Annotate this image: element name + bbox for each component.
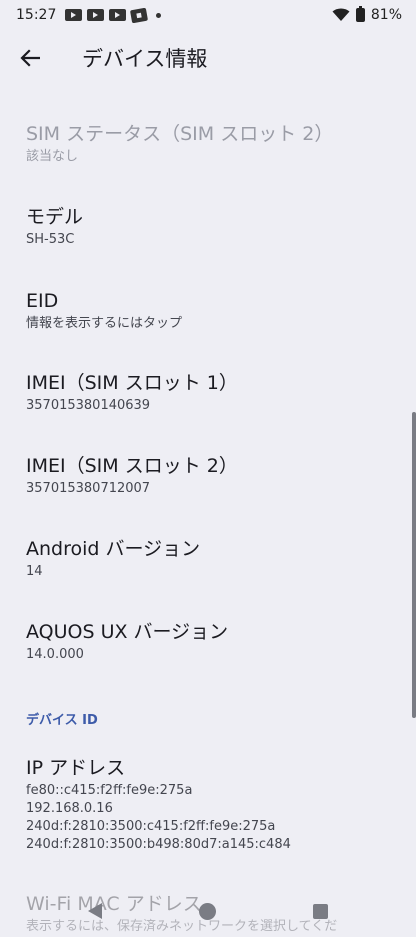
youtube-icon: [87, 9, 105, 21]
list-item-sim-status-slot2: SIM ステータス（SIM スロット 2） 該当なし: [26, 120, 396, 166]
ip-line: 240d:f:2810:3500:b498:80d7:a145:c484: [26, 837, 291, 852]
status-bar: 15:27 ■ 81%: [0, 0, 416, 30]
nav-home-icon[interactable]: [198, 902, 216, 920]
item-title: モデル: [26, 206, 84, 228]
item-title: AQUOS UX バージョン: [26, 621, 229, 643]
status-right: 81%: [332, 6, 402, 23]
nav-back-icon[interactable]: [88, 903, 103, 919]
list-item-ip-address[interactable]: IP アドレス fe80::c415:f2ff:fe9e:275a 192.16…: [26, 754, 396, 854]
item-subtitle: SH-53C: [26, 232, 75, 247]
list-item-android-version[interactable]: Android バージョン 14: [26, 535, 396, 581]
item-subtitle: 該当なし: [26, 149, 79, 164]
wifi-icon: [332, 8, 350, 21]
nav-recents-icon[interactable]: [312, 903, 328, 919]
page-title: デバイス情報: [82, 47, 208, 71]
list-item-model[interactable]: モデル SH-53C: [26, 203, 396, 249]
item-subtitle: 357015380140639: [26, 398, 151, 413]
item-subtitle: 情報を表示するにはタップ: [26, 316, 183, 331]
item-subtitle: 14: [26, 564, 43, 579]
app-bar: デバイス情報: [0, 30, 416, 86]
ip-line: fe80::c415:f2ff:fe9e:275a: [26, 783, 193, 798]
list-item-imei-slot2[interactable]: IMEI（SIM スロット 2） 357015380712007: [26, 452, 396, 498]
item-subtitle: 14.0.000: [26, 647, 84, 662]
back-button[interactable]: [2, 30, 58, 86]
status-time: 15:27: [16, 7, 57, 23]
youtube-icon: [109, 9, 127, 21]
list-item-imei-slot1[interactable]: IMEI（SIM スロット 1） 357015380140639: [26, 369, 396, 415]
ip-line: 240d:f:2810:3500:c415:f2ff:fe9e:275a: [26, 819, 276, 834]
item-title: IP アドレス: [26, 757, 126, 779]
navigation-bar: [0, 885, 416, 937]
arrow-left-icon: [20, 49, 40, 67]
battery-icon: [355, 6, 365, 22]
item-subtitle: 357015380712007: [26, 481, 151, 496]
item-title: EID: [26, 290, 59, 312]
dot-icon: [156, 12, 162, 18]
item-title: Android バージョン: [26, 538, 201, 560]
list-item-aquos-ux-version[interactable]: AQUOS UX バージョン 14.0.000: [26, 618, 396, 664]
item-title: IMEI（SIM スロット 2）: [26, 455, 238, 477]
battery-percent: 81%: [370, 7, 402, 23]
list-item-eid[interactable]: EID 情報を表示するにはタップ: [26, 287, 396, 333]
item-title: SIM ステータス（SIM スロット 2）: [26, 123, 334, 145]
section-header-device-id: デバイス ID: [26, 713, 98, 728]
news-icon: ■: [130, 7, 149, 23]
ip-line: 192.168.0.16: [26, 801, 113, 816]
youtube-icon: [65, 9, 83, 21]
status-left: 15:27 ■: [16, 7, 162, 23]
item-title: IMEI（SIM スロット 1）: [26, 372, 238, 394]
scrollbar[interactable]: [412, 412, 416, 718]
